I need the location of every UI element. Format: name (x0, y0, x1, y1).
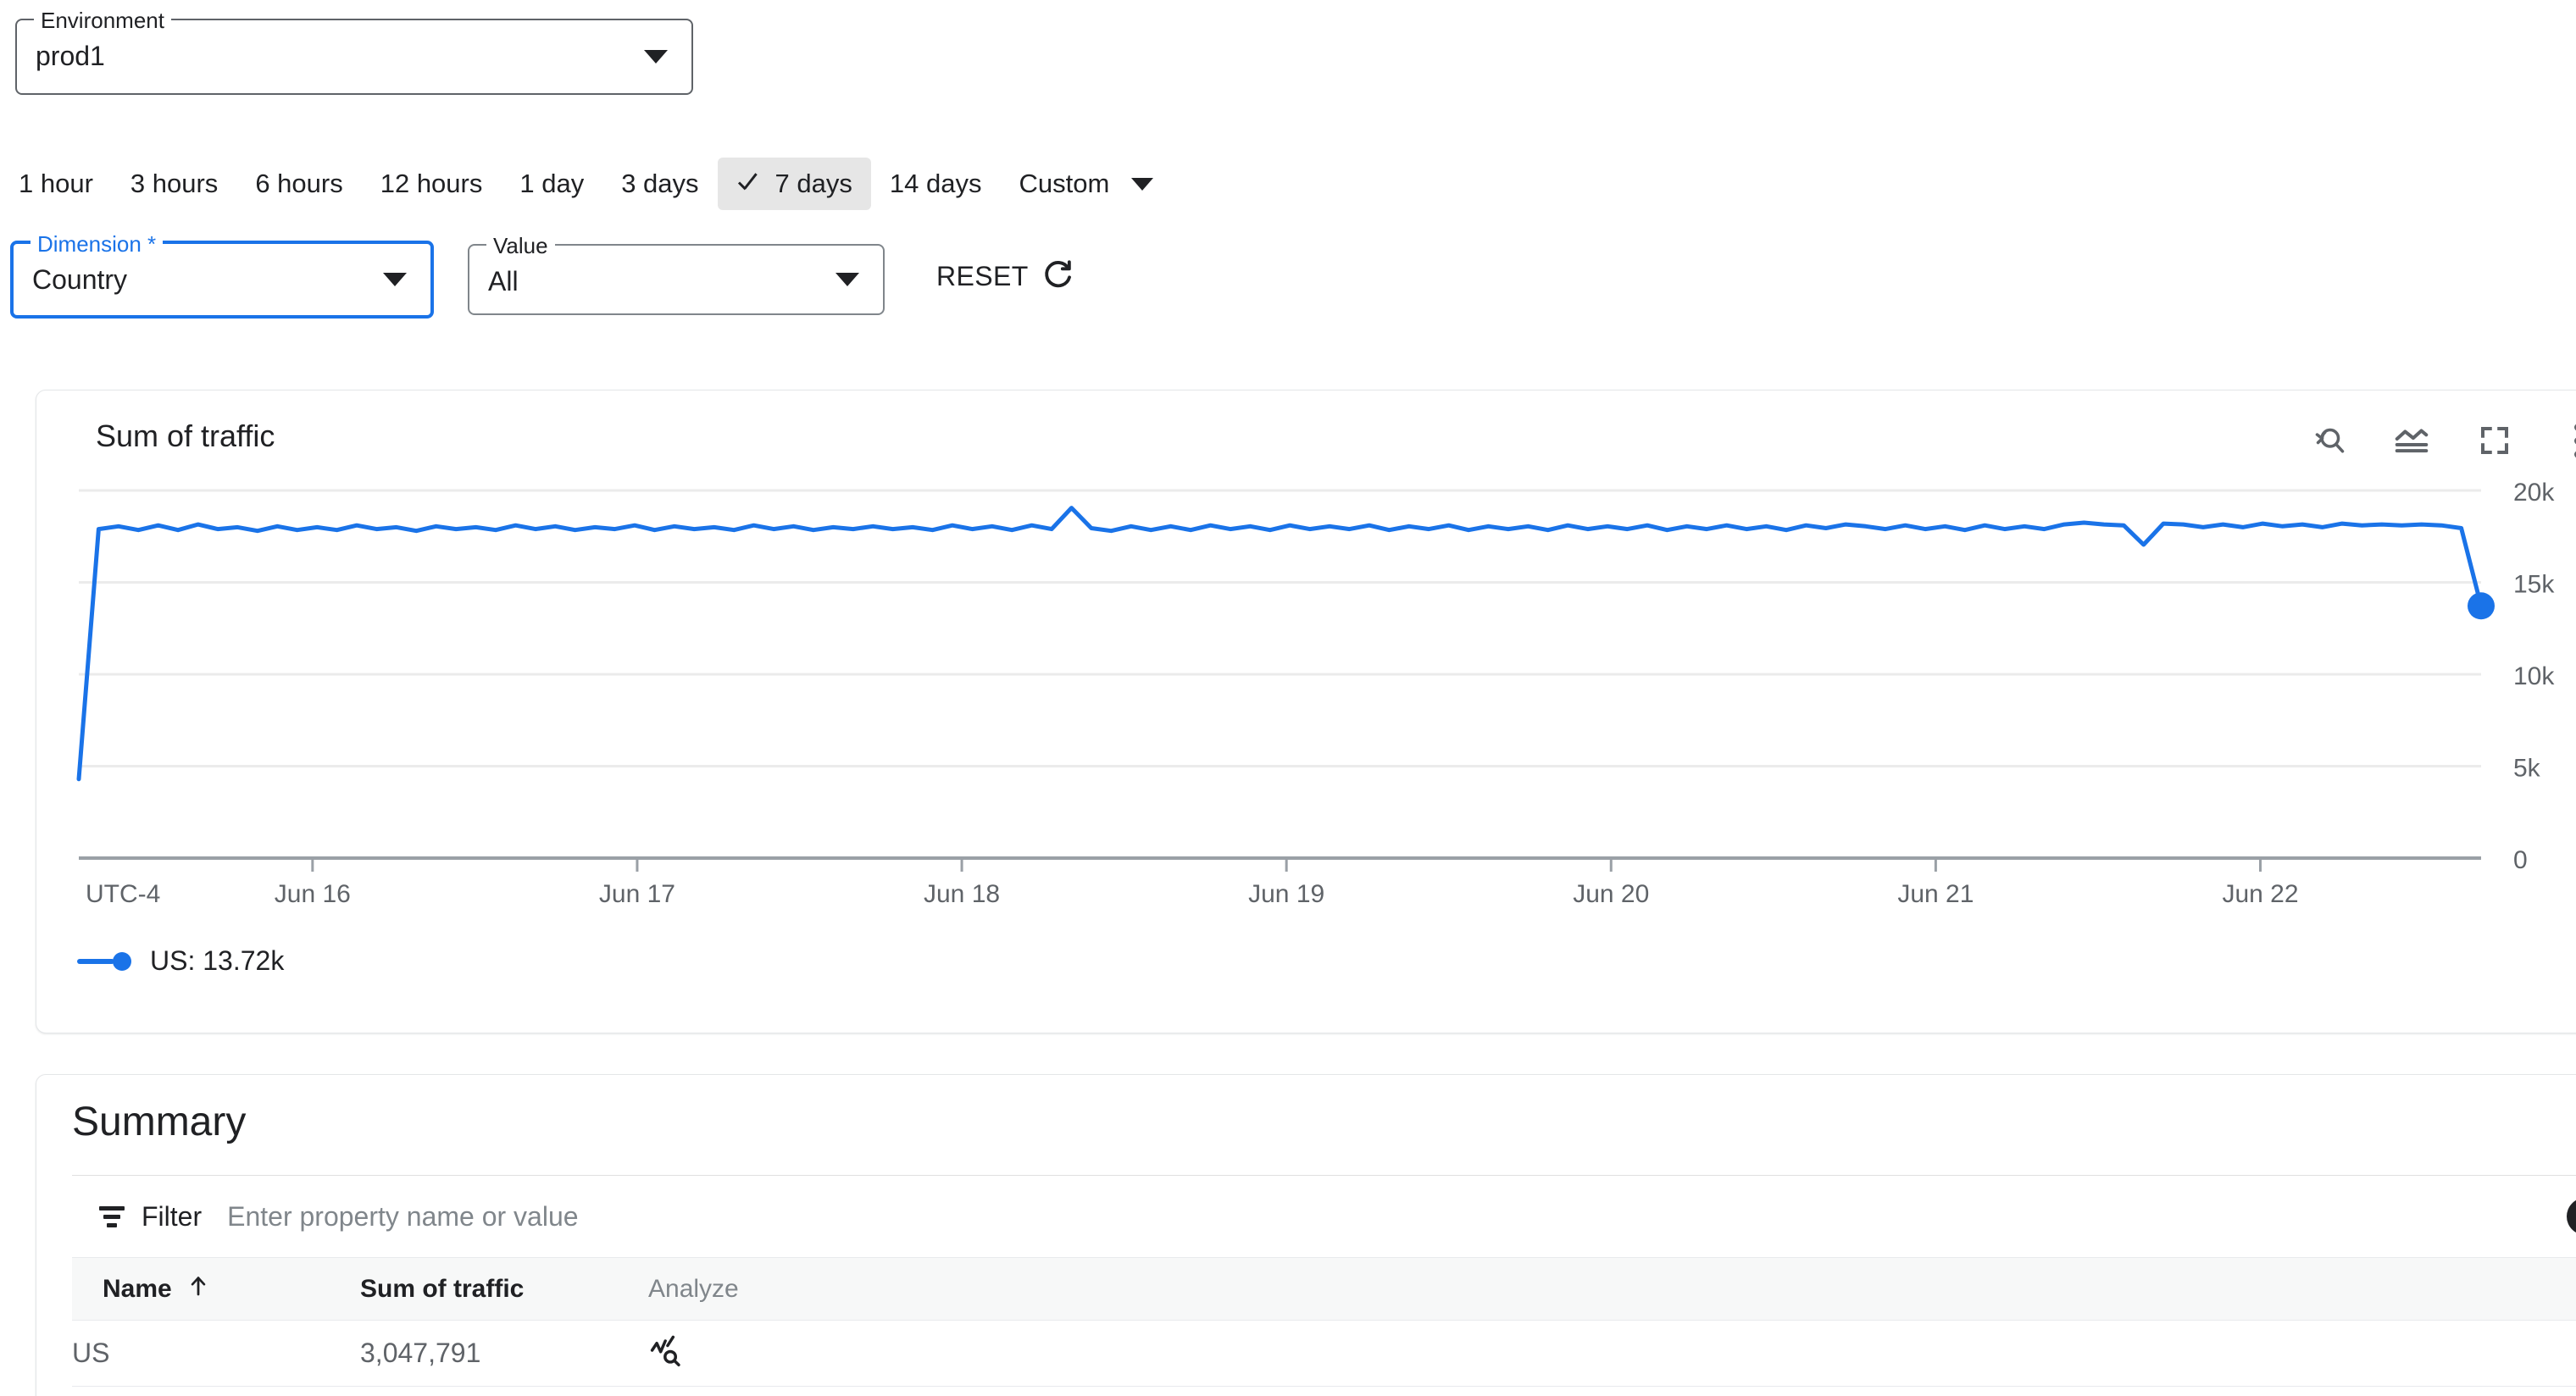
environment-select[interactable]: Environment prod1 (15, 8, 693, 95)
time-range-chip-custom[interactable]: Custom (1000, 158, 1172, 210)
check-icon (736, 171, 762, 197)
filter-input[interactable] (225, 1199, 2567, 1233)
time-range-chip-14-days[interactable]: 14 days (871, 158, 1001, 210)
y-axis-tick-label: 0 (2513, 846, 2528, 874)
legend-label: US: 13.72k (150, 945, 285, 976)
legend-swatch-icon (77, 951, 131, 971)
time-range-chip-label: 6 hours (255, 169, 343, 198)
time-range-chip-label: 1 day (519, 169, 585, 198)
chart-title: Sum of traffic (96, 418, 275, 453)
analytics-dashboard: Environment prod1 1 hour 3 hours 6 hours 12… (0, 0, 2576, 1396)
summary-filter-row: Filter ? (72, 1176, 2576, 1257)
chart-plot-area[interactable]: 0 5k 10k 15k 20k Jun 16 Jun 17 Jun 18 Jun 19 Jun … (36, 475, 2576, 950)
x-axis-tick-label: Jun 19 (1248, 880, 1324, 908)
column-header-spacer (902, 1257, 2576, 1321)
chart-card: Sum of traffic 0 5k 10k 15k 20k Jun 16 J… (36, 390, 2576, 1033)
chevron-down-icon (383, 273, 407, 286)
fullscreen-icon[interactable] (2468, 414, 2521, 467)
table-row[interactable]: US 3,047,791 (72, 1320, 2576, 1387)
time-range-chip-label: 3 days (621, 169, 699, 198)
x-axis-tick-label: Jun 16 (275, 880, 351, 908)
series-end-marker-us (2468, 592, 2495, 620)
sort-ascending-icon (186, 1272, 211, 1306)
time-range-chip-label: 12 hours (380, 169, 483, 198)
summary-card: Summary Filter ? Name (36, 1074, 2576, 1396)
timezone-label: UTC-4 (86, 880, 160, 908)
stacked-lines-icon[interactable] (2385, 414, 2438, 467)
y-axis-tick-label: 20k (2513, 479, 2555, 507)
time-range-selector[interactable]: 1 hour 3 hours 6 hours 12 hours 1 day 3 days 7… (0, 158, 1172, 210)
dimension-select[interactable]: Dimension * Country (10, 231, 434, 319)
time-range-chip-1-hour[interactable]: 1 hour (0, 158, 112, 210)
zoom-reset-icon[interactable] (2302, 414, 2355, 467)
y-axis-tick-label: 5k (2513, 755, 2541, 783)
chart-toolbar (2302, 414, 2576, 467)
traffic-line-chart: 0 5k 10k 15k 20k Jun 16 Jun 17 Jun 18 Jun 19 Jun … (76, 479, 2555, 908)
cell-sum-of-traffic: 3,047,791 (360, 1320, 648, 1387)
time-range-chip-label: Custom (1019, 169, 1110, 198)
analyze-chart-icon[interactable] (648, 1335, 686, 1375)
chevron-down-icon (836, 273, 859, 286)
environment-value: prod1 (36, 41, 105, 71)
x-axis-tick-label: Jun 20 (1573, 880, 1649, 908)
column-header-sum-of-traffic[interactable]: Sum of traffic (360, 1257, 648, 1321)
x-axis-tick-label: Jun 21 (1897, 880, 1974, 908)
help-icon[interactable]: ? (2567, 1198, 2576, 1235)
time-range-chip-label: 14 days (889, 169, 982, 198)
dimension-label: Dimension * (31, 231, 164, 257)
reset-button[interactable]: RESET (936, 258, 1074, 296)
reset-button-label: RESET (936, 261, 1029, 291)
time-range-chip-3-hours[interactable]: 3 hours (112, 158, 236, 210)
time-range-chip-label: 3 hours (130, 169, 219, 198)
time-range-chip-label: 1 hour (19, 169, 93, 198)
summary-title: Summary (72, 1100, 247, 1144)
value-select[interactable]: Value All (468, 233, 885, 315)
series-line-us (76, 506, 2484, 782)
x-axis-tick-label: Jun 17 (599, 880, 675, 908)
x-axis-tick-label: Jun 22 (2222, 880, 2298, 908)
x-axis-tick-label: Jun 18 (924, 880, 1000, 908)
chevron-down-icon (1131, 177, 1154, 191)
cell-spacer (902, 1320, 2576, 1387)
chevron-down-icon (644, 50, 668, 64)
time-range-chip-1-day[interactable]: 1 day (501, 158, 602, 210)
cell-name: US (72, 1320, 360, 1387)
time-range-chip-7-days[interactable]: 7 days (717, 158, 871, 210)
filter-label: Filter (142, 1200, 203, 1232)
time-range-chip-label: 7 days (774, 169, 852, 198)
environment-label: Environment (34, 8, 171, 33)
chart-legend-item-us[interactable]: US: 13.72k (77, 945, 284, 977)
table-header-row: Name Sum of traffic Analyze (72, 1257, 2576, 1321)
y-axis-tick-label: 15k (2513, 571, 2555, 599)
summary-table: Name Sum of traffic Analyze US 3,047,791 (72, 1257, 2576, 1387)
dimension-value: Country (32, 264, 128, 295)
time-range-chip-6-hours[interactable]: 6 hours (236, 158, 361, 210)
column-header-analyze: Analyze (648, 1257, 902, 1321)
column-header-name[interactable]: Name (72, 1257, 360, 1321)
refresh-icon (1041, 258, 1074, 296)
more-vert-icon[interactable] (2551, 414, 2576, 467)
value-value: All (488, 266, 519, 296)
filter-icon (99, 1205, 125, 1227)
cell-analyze[interactable] (648, 1320, 902, 1387)
column-header-name-label: Name (103, 1274, 172, 1303)
value-label: Value (486, 233, 555, 258)
time-range-chip-12-hours[interactable]: 12 hours (362, 158, 502, 210)
time-range-chip-3-days[interactable]: 3 days (602, 158, 717, 210)
y-axis-tick-label: 10k (2513, 662, 2555, 690)
